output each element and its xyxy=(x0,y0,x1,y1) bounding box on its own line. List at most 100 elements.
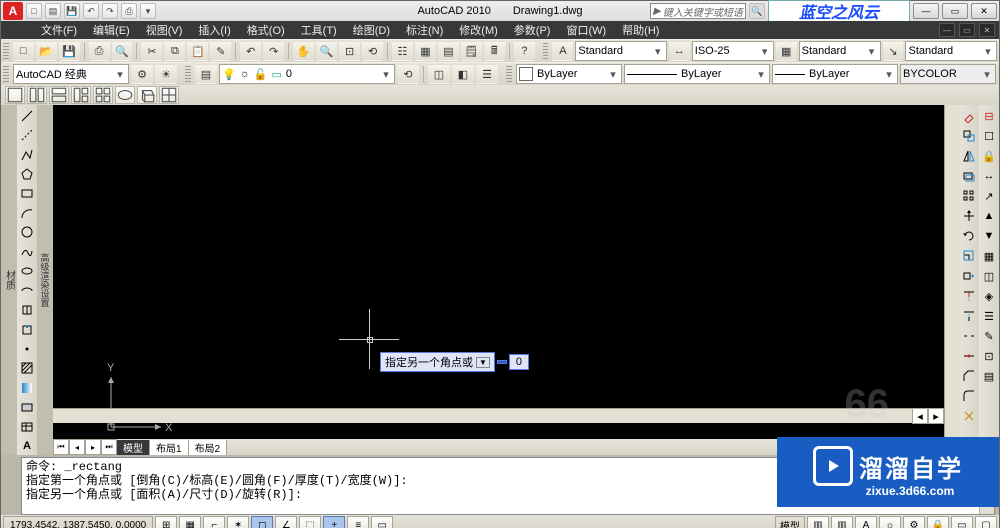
layer-dropdown[interactable]: 💡 ☼ 🔓 ▭ 0 ▾ xyxy=(219,64,395,84)
quickview-layouts-button[interactable]: ▥ xyxy=(807,516,829,528)
doc-minimize-button[interactable]: — xyxy=(939,23,955,37)
search-icon[interactable]: 🔍 xyxy=(749,3,765,19)
dynamic-expand-icon[interactable]: ▼ xyxy=(476,357,490,368)
dimstyle-button[interactable]: ↔ xyxy=(669,41,690,61)
otrack-button[interactable]: ∠ xyxy=(275,516,297,528)
menu-param[interactable]: 参数(P) xyxy=(514,22,551,38)
polygon-tool[interactable] xyxy=(18,165,36,182)
model-space-button[interactable]: 模型 xyxy=(775,516,805,528)
ellipse-arc-tool[interactable] xyxy=(18,282,36,299)
trim-tool[interactable] xyxy=(960,287,978,305)
tab-prev-button[interactable]: ◂ xyxy=(69,439,85,455)
layer-off-button[interactable]: ◧ xyxy=(452,64,474,84)
scroll-left-icon[interactable]: ◂ xyxy=(912,408,928,424)
menu-insert[interactable]: 插入(I) xyxy=(198,22,230,38)
copy-button[interactable]: ⧉ xyxy=(164,41,185,61)
point-tool[interactable] xyxy=(18,340,36,357)
spline-tool[interactable] xyxy=(18,243,36,260)
tab-first-button[interactable]: ⏮ xyxy=(53,439,69,455)
new-icon[interactable]: □ xyxy=(26,3,42,19)
viewport-ellipse-button[interactable] xyxy=(115,86,135,104)
misc2-tool[interactable]: ☰ xyxy=(980,307,998,325)
search-input[interactable]: ▶ 键入关键字或短语 xyxy=(650,3,746,19)
menu-dimension[interactable]: 标注(N) xyxy=(406,22,443,38)
layer-prev-button[interactable]: ⟲ xyxy=(397,64,419,84)
dyn-button[interactable]: + xyxy=(323,516,345,528)
scale-tool[interactable] xyxy=(960,247,978,265)
move-tool[interactable] xyxy=(960,207,978,225)
menu-file[interactable]: 文件(F) xyxy=(41,22,77,38)
toolbar-grip[interactable] xyxy=(3,66,9,82)
extend-tool[interactable] xyxy=(960,307,978,325)
insert-block-tool[interactable] xyxy=(18,321,36,338)
grid-button[interactable]: ▦ xyxy=(179,516,201,528)
toolbar-grip[interactable] xyxy=(185,66,191,82)
layer-state-button[interactable]: ☰ xyxy=(476,64,498,84)
toolbar-lock-button[interactable]: 🔒 xyxy=(927,516,949,528)
toolbar-grip[interactable] xyxy=(3,43,9,59)
print-icon[interactable]: ⎙ xyxy=(121,3,137,19)
menu-help[interactable]: 帮助(H) xyxy=(622,22,659,38)
tab-last-button[interactable]: ⏭ xyxy=(101,439,117,455)
table-tool[interactable] xyxy=(18,418,36,435)
save-button[interactable]: 💾 xyxy=(59,41,80,61)
paste-button[interactable]: 📋 xyxy=(187,41,208,61)
viewport-more-button[interactable] xyxy=(159,86,179,104)
lineweight-dropdown[interactable]: ByLayer ▾ xyxy=(772,64,898,84)
array-tool[interactable] xyxy=(960,187,978,205)
designcenter-button[interactable]: ▦ xyxy=(415,41,436,61)
calc-button[interactable]: 🖩 xyxy=(484,41,505,61)
tab-model[interactable]: 模型 xyxy=(117,440,150,455)
polar-button[interactable]: ✶ xyxy=(227,516,249,528)
open-icon[interactable]: ▤ xyxy=(45,3,61,19)
mirror-tool[interactable] xyxy=(960,147,978,165)
plot-button[interactable]: ⎙ xyxy=(89,41,110,61)
help-button[interactable]: ? xyxy=(514,41,535,61)
fillet-tool[interactable] xyxy=(960,387,978,405)
wall-tool[interactable]: ▦ xyxy=(980,247,998,265)
menu-edit[interactable]: 编辑(E) xyxy=(93,22,130,38)
dynamic-value1[interactable] xyxy=(497,360,507,364)
zoom-prev-button[interactable]: ⟲ xyxy=(362,41,383,61)
select-tool[interactable]: ☐ xyxy=(980,127,998,145)
circle-tool[interactable] xyxy=(18,224,36,241)
menu-tools[interactable]: 工具(T) xyxy=(301,22,337,38)
erase-tool[interactable] xyxy=(960,107,978,125)
table-style-dropdown[interactable]: Standard ▾ xyxy=(799,41,881,61)
properties-button[interactable]: ☷ xyxy=(392,41,413,61)
tab-layout2[interactable]: 布局2 xyxy=(189,440,228,455)
workspace-settings-button[interactable]: ⚙ xyxy=(131,64,153,84)
mleader-style-dropdown[interactable]: Standard ▾ xyxy=(905,41,996,61)
osnap-button[interactable]: ◻ xyxy=(251,516,273,528)
copy-tool[interactable] xyxy=(960,127,978,145)
viewport-two-h-button[interactable] xyxy=(49,86,69,104)
text-tool[interactable]: A xyxy=(18,437,36,454)
drawing-canvas[interactable]: 指定另一个角点或 ▼ 0 X Y ◂ ▸ xyxy=(53,105,944,439)
quickview-drawings-button[interactable]: ▥ xyxy=(831,516,853,528)
viewport-two-v-button[interactable] xyxy=(27,86,47,104)
scroll-right-icon[interactable]: ▸ xyxy=(928,408,944,424)
redo-icon[interactable]: ↷ xyxy=(102,3,118,19)
doc-restore-button[interactable]: ▭ xyxy=(959,23,975,37)
more-icon[interactable]: ▾ xyxy=(140,3,156,19)
block-tool[interactable] xyxy=(18,301,36,318)
clean-screen-button[interactable]: ▢ xyxy=(975,516,997,528)
rectangle-tool[interactable] xyxy=(18,185,36,202)
app-logo[interactable]: A xyxy=(3,2,23,20)
zoom-window-button[interactable]: ⊡ xyxy=(339,41,360,61)
annotation-scale-button[interactable]: A xyxy=(855,516,877,528)
cut-button[interactable]: ✂ xyxy=(141,41,162,61)
minimize-button[interactable]: — xyxy=(913,3,939,19)
menu-draw[interactable]: 绘图(D) xyxy=(353,22,390,38)
v-scrollbar[interactable] xyxy=(944,105,959,455)
matchprop-button[interactable]: ✎ xyxy=(210,41,231,61)
menu-view[interactable]: 视图(V) xyxy=(146,22,183,38)
undo-icon[interactable]: ↶ xyxy=(83,3,99,19)
menu-window[interactable]: 窗口(W) xyxy=(566,22,606,38)
undo-button[interactable]: ↶ xyxy=(240,41,261,61)
toolbar-grip[interactable] xyxy=(543,43,549,59)
dynamic-value2[interactable]: 0 xyxy=(509,354,529,370)
viewport-three-button[interactable] xyxy=(71,86,91,104)
new-button[interactable]: □ xyxy=(13,41,34,61)
snap-button[interactable]: ⊞ xyxy=(155,516,177,528)
